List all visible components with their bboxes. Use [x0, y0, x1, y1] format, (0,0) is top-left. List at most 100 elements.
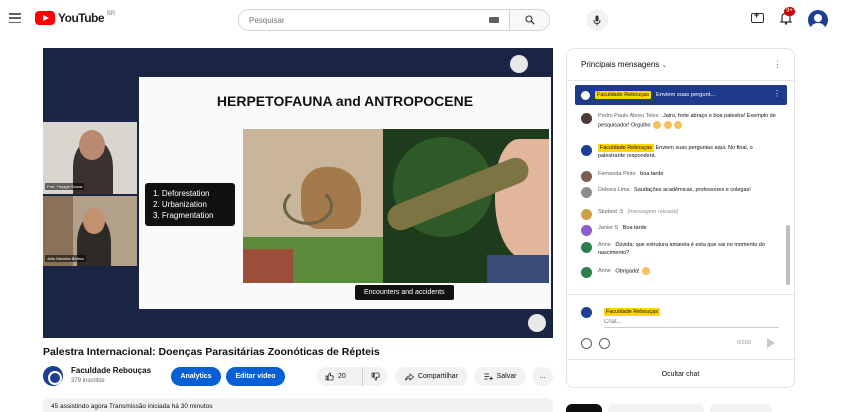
analytics-button[interactable]: Analytics — [171, 367, 221, 386]
chat-text: Boa tarde — [622, 225, 647, 231]
video-player[interactable]: Prof. Thyago Souza Julio Mendes Bellaro … — [43, 48, 553, 338]
thumbs-down-icon — [371, 372, 380, 381]
notifications-button[interactable]: 9+ — [779, 7, 795, 25]
youtube-logo[interactable]: YouTube BR — [35, 11, 115, 25]
chat-mode-dropdown[interactable]: Principais mensagens ⌄ — [581, 60, 667, 69]
search-input[interactable] — [239, 10, 489, 30]
chat-options-icon[interactable]: ⋮ — [773, 59, 782, 70]
chat-text: Saudações acadêmicas, professores e cole… — [634, 187, 751, 193]
chat-message-body: Student :3 [mensagem retirada] — [598, 209, 778, 217]
account-avatar[interactable] — [808, 10, 828, 30]
slide-topic-2: 2. Urbanization — [153, 200, 207, 209]
live-chat-panel: Principais mensagens ⌄ ⋮ Faculdade Rebou… — [566, 48, 795, 388]
pinned-author-badge: Faculdade Rebouças — [595, 91, 651, 99]
presentation-slide: HERPETOFAUNA and ANTROPOCENE 1. Deforest… — [139, 77, 551, 309]
emoji-icon — [653, 120, 662, 129]
chat-text: Obrigada! — [615, 268, 640, 275]
chat-author: Janior S — [598, 225, 619, 231]
save-button[interactable]: Salvar — [474, 367, 526, 386]
filter-chip[interactable] — [608, 404, 704, 412]
chat-author-avatar — [581, 187, 592, 198]
filter-chip[interactable] — [710, 404, 772, 412]
description-box[interactable]: 45 assistindo agora Transmissão iniciada… — [43, 398, 553, 412]
like-count: 20 — [338, 373, 346, 380]
microphone-icon — [593, 15, 601, 25]
like-button[interactable]: 20 — [317, 367, 363, 386]
char-counter: 0/200 — [737, 340, 751, 346]
small-snake-figure — [283, 187, 333, 225]
like-dislike-group: 20 — [317, 367, 387, 386]
chat-author: Student :3 — [598, 209, 624, 215]
top-bar: YouTube BR 9+ — [0, 0, 843, 40]
logo-text: YouTube — [58, 11, 105, 25]
emoji-icon — [642, 267, 651, 275]
subscriber-count: 379 inscritos — [71, 378, 105, 384]
chat-message-body: Janior S Boa tarde — [598, 225, 778, 233]
presenter-1-head — [79, 130, 105, 160]
chat-author-avatar — [581, 113, 592, 124]
slide-title: HERPETOFAUNA and ANTROPOCENE — [216, 93, 474, 109]
chat-input-avatar — [581, 307, 592, 318]
chat-text-removed: [mensagem retirada] — [627, 209, 679, 215]
voice-search-button[interactable] — [586, 9, 608, 31]
chat-message-body: Fernanda Pinto boa tarde — [598, 171, 778, 179]
man-shirt — [487, 255, 549, 283]
dislike-button[interactable] — [363, 367, 387, 386]
emoji-picker-icon[interactable] — [581, 338, 592, 349]
chat-message-input[interactable] — [604, 319, 779, 328]
channel-avatar[interactable] — [43, 366, 63, 386]
chat-input-area: Faculdade Rebouças 0/200 — [567, 294, 794, 359]
python-man-photo — [383, 129, 549, 283]
pinned-message[interactable]: Faculdade Rebouças Enviem suas pergunt..… — [575, 85, 787, 105]
youtube-play-icon — [35, 11, 55, 25]
chat-author-avatar — [581, 145, 592, 156]
super-chat-icon[interactable] — [599, 338, 610, 349]
create-video-icon[interactable] — [751, 10, 764, 23]
pinned-text: Enviem suas pergunt... — [655, 92, 716, 98]
chat-message-body: Anne Dúvida: que estrutura amarela é est… — [598, 242, 778, 257]
chat-author-avatar — [581, 209, 592, 220]
slide-caption: Encounters and accidents — [355, 285, 454, 300]
chat-text: Dúvida: que estrutura amarela é esta que… — [598, 242, 765, 256]
chat-author: Anne — [598, 242, 611, 248]
dog-snake-photo — [243, 129, 383, 283]
chat-author-avatar — [581, 267, 592, 278]
more-actions-button[interactable]: ... — [532, 367, 553, 386]
send-icon[interactable] — [767, 338, 775, 348]
chat-author-badge: Faculdade Rebouças — [598, 144, 654, 152]
man-face — [495, 139, 549, 259]
chat-author: Fernanda Pinto — [598, 171, 636, 177]
filter-chip-all[interactable] — [566, 404, 602, 412]
pinned-options-icon[interactable]: ⋮ — [773, 89, 781, 98]
save-playlist-icon — [484, 373, 493, 380]
share-arrow-icon — [405, 372, 414, 381]
watermark-logo-top — [510, 55, 528, 73]
hamburger-menu-icon[interactable] — [9, 13, 21, 23]
chat-author: Anne — [598, 268, 611, 275]
search-button[interactable] — [509, 10, 549, 30]
chat-author-avatar — [581, 171, 592, 182]
save-label: Salvar — [496, 373, 517, 380]
channel-name[interactable]: Faculdade Rebouças — [71, 366, 151, 375]
share-button[interactable]: Compartilhar — [395, 367, 468, 386]
description-stats: 45 assistindo agora Transmissão iniciada… — [51, 403, 213, 410]
chat-message-body: Pedro Paulo Abreu Teles Jairo, forte abr… — [598, 113, 778, 129]
keyboard-icon[interactable] — [489, 17, 499, 23]
chat-scrollbar[interactable] — [786, 225, 790, 285]
edit-video-button[interactable]: Editar vídeo — [226, 367, 285, 386]
hide-chat-button[interactable]: Ocultar chat — [567, 359, 794, 387]
chat-message-body: Anne Obrigada! — [598, 267, 778, 276]
presenter-1-name: Prof. Thyago Souza — [45, 183, 85, 190]
slide-topic-list: 1. Deforestation 2. Urbanization 3. Frag… — [145, 183, 235, 226]
presenter-2-head — [83, 208, 105, 234]
bricks — [243, 249, 293, 283]
slide-topic-1: 1. Deforestation — [153, 189, 210, 198]
chat-author: Pedro Paulo Abreu Teles — [598, 113, 659, 119]
chat-author-avatar — [581, 225, 592, 236]
logo-country-code: BR — [107, 11, 116, 17]
share-label: Compartilhar — [417, 373, 459, 380]
emoji-icon — [674, 120, 683, 129]
watermark-logo-bottom — [528, 314, 546, 332]
chat-message-body: Faculdade Rebouças Enviem suas perguntas… — [598, 144, 778, 160]
chat-mode-label: Principais mensagens — [581, 60, 660, 69]
